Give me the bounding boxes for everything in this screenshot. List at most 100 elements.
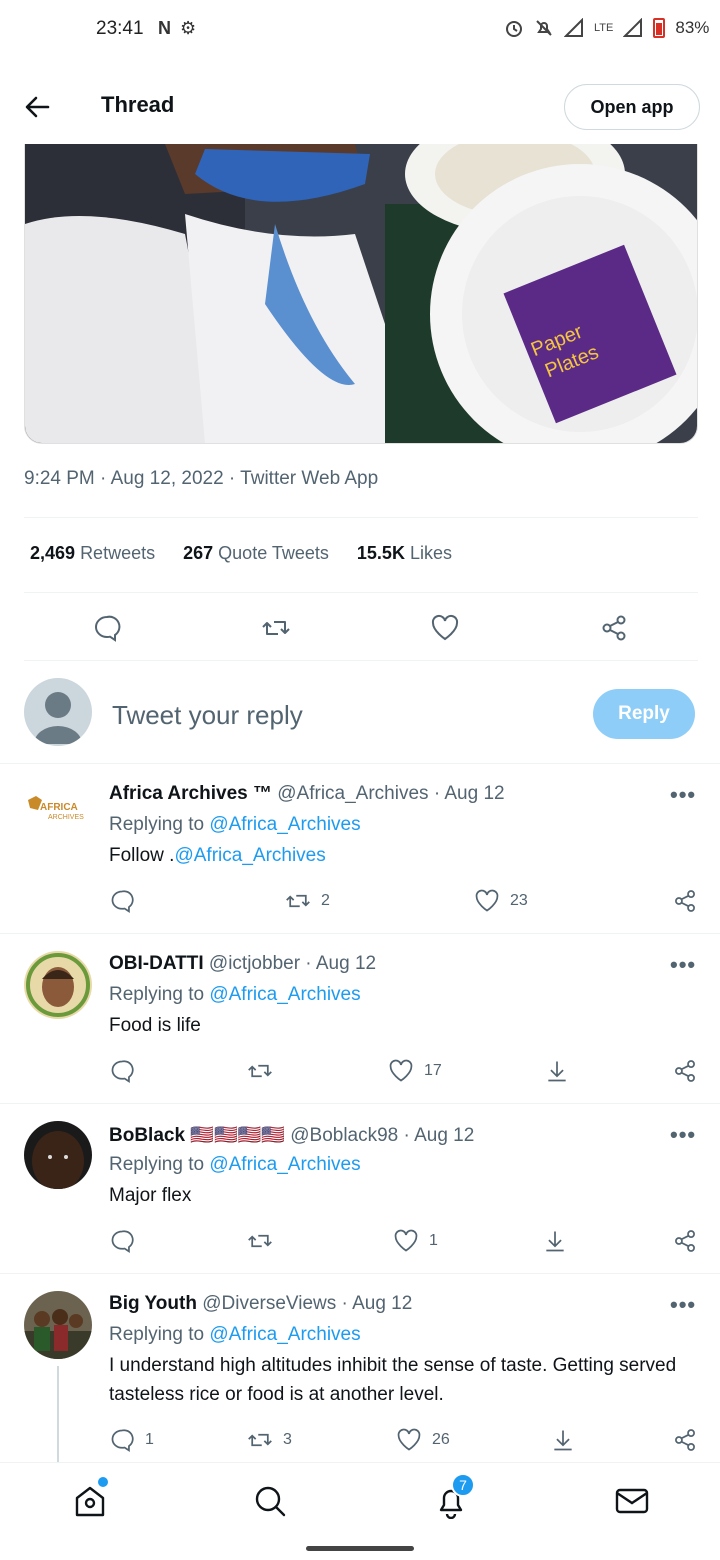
- more-options-icon[interactable]: •••: [670, 952, 696, 978]
- retweets-stat[interactable]: 2,469 Retweets: [30, 543, 155, 564]
- retweets-count: 2,469: [30, 543, 76, 563]
- divider: [24, 660, 698, 661]
- svg-text:AFRICA: AFRICA: [40, 802, 78, 813]
- reply-action[interactable]: 1: [109, 1427, 154, 1453]
- reply-icon[interactable]: [92, 613, 122, 643]
- reply-action[interactable]: [109, 888, 145, 914]
- share-icon[interactable]: [599, 613, 629, 643]
- share-icon: [675, 1230, 695, 1252]
- bottom-navigation: 7: [0, 1462, 720, 1538]
- messages-mail-icon[interactable]: [614, 1483, 650, 1519]
- share-icon: [675, 1429, 695, 1451]
- retweet-icon: [286, 894, 310, 908]
- more-options-icon[interactable]: •••: [670, 1292, 696, 1318]
- share-icon: [675, 890, 695, 912]
- like-action[interactable]: 17: [388, 1058, 442, 1084]
- home-icon[interactable]: [72, 1483, 108, 1519]
- retweet-action[interactable]: 2: [285, 888, 330, 914]
- divider: [0, 1103, 720, 1104]
- retweet-action[interactable]: 3: [247, 1427, 292, 1453]
- open-app-button[interactable]: Open app: [564, 84, 700, 130]
- share-action[interactable]: [672, 1427, 698, 1453]
- author-flags: 🇺🇸🇺🇸🇺🇸🇺🇸: [190, 1125, 285, 1146]
- share-action[interactable]: [672, 1058, 698, 1084]
- reply-input[interactable]: Tweet your reply: [112, 700, 303, 731]
- retweet-action[interactable]: [247, 1228, 283, 1254]
- like-icon: [389, 1059, 413, 1082]
- signal-icon: [564, 18, 583, 37]
- avatar[interactable]: [24, 678, 92, 746]
- default-avatar-icon: [34, 692, 82, 744]
- status-time: 23:41: [96, 18, 144, 39]
- quote-label: Quote Tweets: [218, 543, 329, 563]
- likes-stat[interactable]: 15.5K Likes: [357, 543, 452, 564]
- author-name[interactable]: OBI-DATTI: [109, 953, 204, 974]
- replying-prefix: Replying to: [109, 1154, 210, 1175]
- divider: [24, 517, 698, 518]
- download-action[interactable]: [542, 1228, 568, 1254]
- reply-action[interactable]: [109, 1228, 145, 1254]
- retweet-icon[interactable]: [261, 613, 291, 643]
- reply-header: Big Youth @DiverseViews · Aug 12: [109, 1293, 412, 1315]
- retweet-action[interactable]: [247, 1058, 283, 1084]
- reply-header: BoBlack 🇺🇸🇺🇸🇺🇸🇺🇸 @Boblack98 · Aug 12: [109, 1123, 474, 1147]
- more-options-icon[interactable]: •••: [670, 1122, 696, 1148]
- download-action[interactable]: [550, 1427, 576, 1453]
- reply-icon: [111, 1060, 134, 1084]
- like-action[interactable]: 23: [474, 888, 528, 914]
- reply-text: Food is life: [109, 1015, 201, 1036]
- download-icon: [546, 1231, 564, 1252]
- tweet-image[interactable]: Paper Plates: [24, 144, 698, 444]
- reply-text: Follow .@Africa_Archives: [109, 841, 699, 870]
- author-name[interactable]: BoBlack: [109, 1125, 185, 1146]
- reply-action[interactable]: [109, 1058, 145, 1084]
- like-count: 1: [429, 1232, 438, 1249]
- replying-to-link[interactable]: @Africa_Archives: [209, 984, 360, 1005]
- quote-tweets-stat[interactable]: 267 Quote Tweets: [183, 543, 329, 564]
- download-icon: [548, 1061, 566, 1082]
- reply-text: I understand high altitudes inhibit the …: [109, 1355, 677, 1405]
- avatar[interactable]: AFRICA ARCHIVES: [24, 786, 92, 854]
- like-count: 26: [432, 1431, 450, 1448]
- signal-icon-2: [623, 18, 643, 37]
- like-count: 23: [510, 892, 528, 909]
- author-name[interactable]: Africa Archives ™: [109, 783, 272, 804]
- share-action[interactable]: [672, 888, 698, 914]
- home-indicator[interactable]: [306, 1546, 414, 1551]
- mention-link[interactable]: @Africa_Archives: [174, 845, 325, 866]
- back-arrow-icon[interactable]: [22, 92, 52, 122]
- divider: [24, 592, 698, 593]
- like-action[interactable]: 26: [396, 1427, 450, 1453]
- replying-to-link[interactable]: @Africa_Archives: [209, 1154, 360, 1175]
- replying-to-link[interactable]: @Africa_Archives: [209, 814, 360, 835]
- more-options-icon[interactable]: •••: [670, 782, 696, 808]
- avatar[interactable]: [24, 1121, 92, 1189]
- reply-button[interactable]: Reply: [593, 689, 695, 739]
- tweet-actions: [24, 610, 698, 646]
- replying-to-link[interactable]: @Africa_Archives: [209, 1324, 360, 1345]
- replying-prefix: Replying to: [109, 1324, 210, 1345]
- like-count: 17: [424, 1062, 442, 1079]
- retweet-icon: [248, 1234, 272, 1248]
- like-icon: [394, 1229, 418, 1252]
- download-action[interactable]: [544, 1058, 570, 1084]
- replying-to: Replying to @Africa_Archives: [109, 814, 361, 836]
- portrait-avatar: [24, 1121, 92, 1189]
- reply-header: OBI-DATTI @ictjobber · Aug 12: [109, 953, 376, 975]
- page-title: Thread: [101, 92, 175, 117]
- like-icon: [397, 1428, 421, 1451]
- like-icon[interactable]: [430, 613, 460, 643]
- author-handle[interactable]: @DiverseViews · Aug 12: [202, 1293, 412, 1314]
- author-handle[interactable]: @Africa_Archives · Aug 12: [277, 783, 504, 804]
- like-action[interactable]: 1: [393, 1228, 438, 1254]
- author-name[interactable]: Big Youth: [109, 1293, 197, 1314]
- avatar[interactable]: [24, 951, 92, 1019]
- thread-header: Thread Open app: [0, 70, 720, 144]
- author-handle[interactable]: @Boblack98 · Aug 12: [290, 1125, 474, 1146]
- author-handle[interactable]: @ictjobber · Aug 12: [209, 953, 376, 974]
- search-icon[interactable]: [252, 1483, 288, 1519]
- likes-label: Likes: [409, 543, 452, 563]
- avatar[interactable]: [24, 1291, 92, 1359]
- share-icon: [675, 1060, 695, 1082]
- share-action[interactable]: [672, 1228, 698, 1254]
